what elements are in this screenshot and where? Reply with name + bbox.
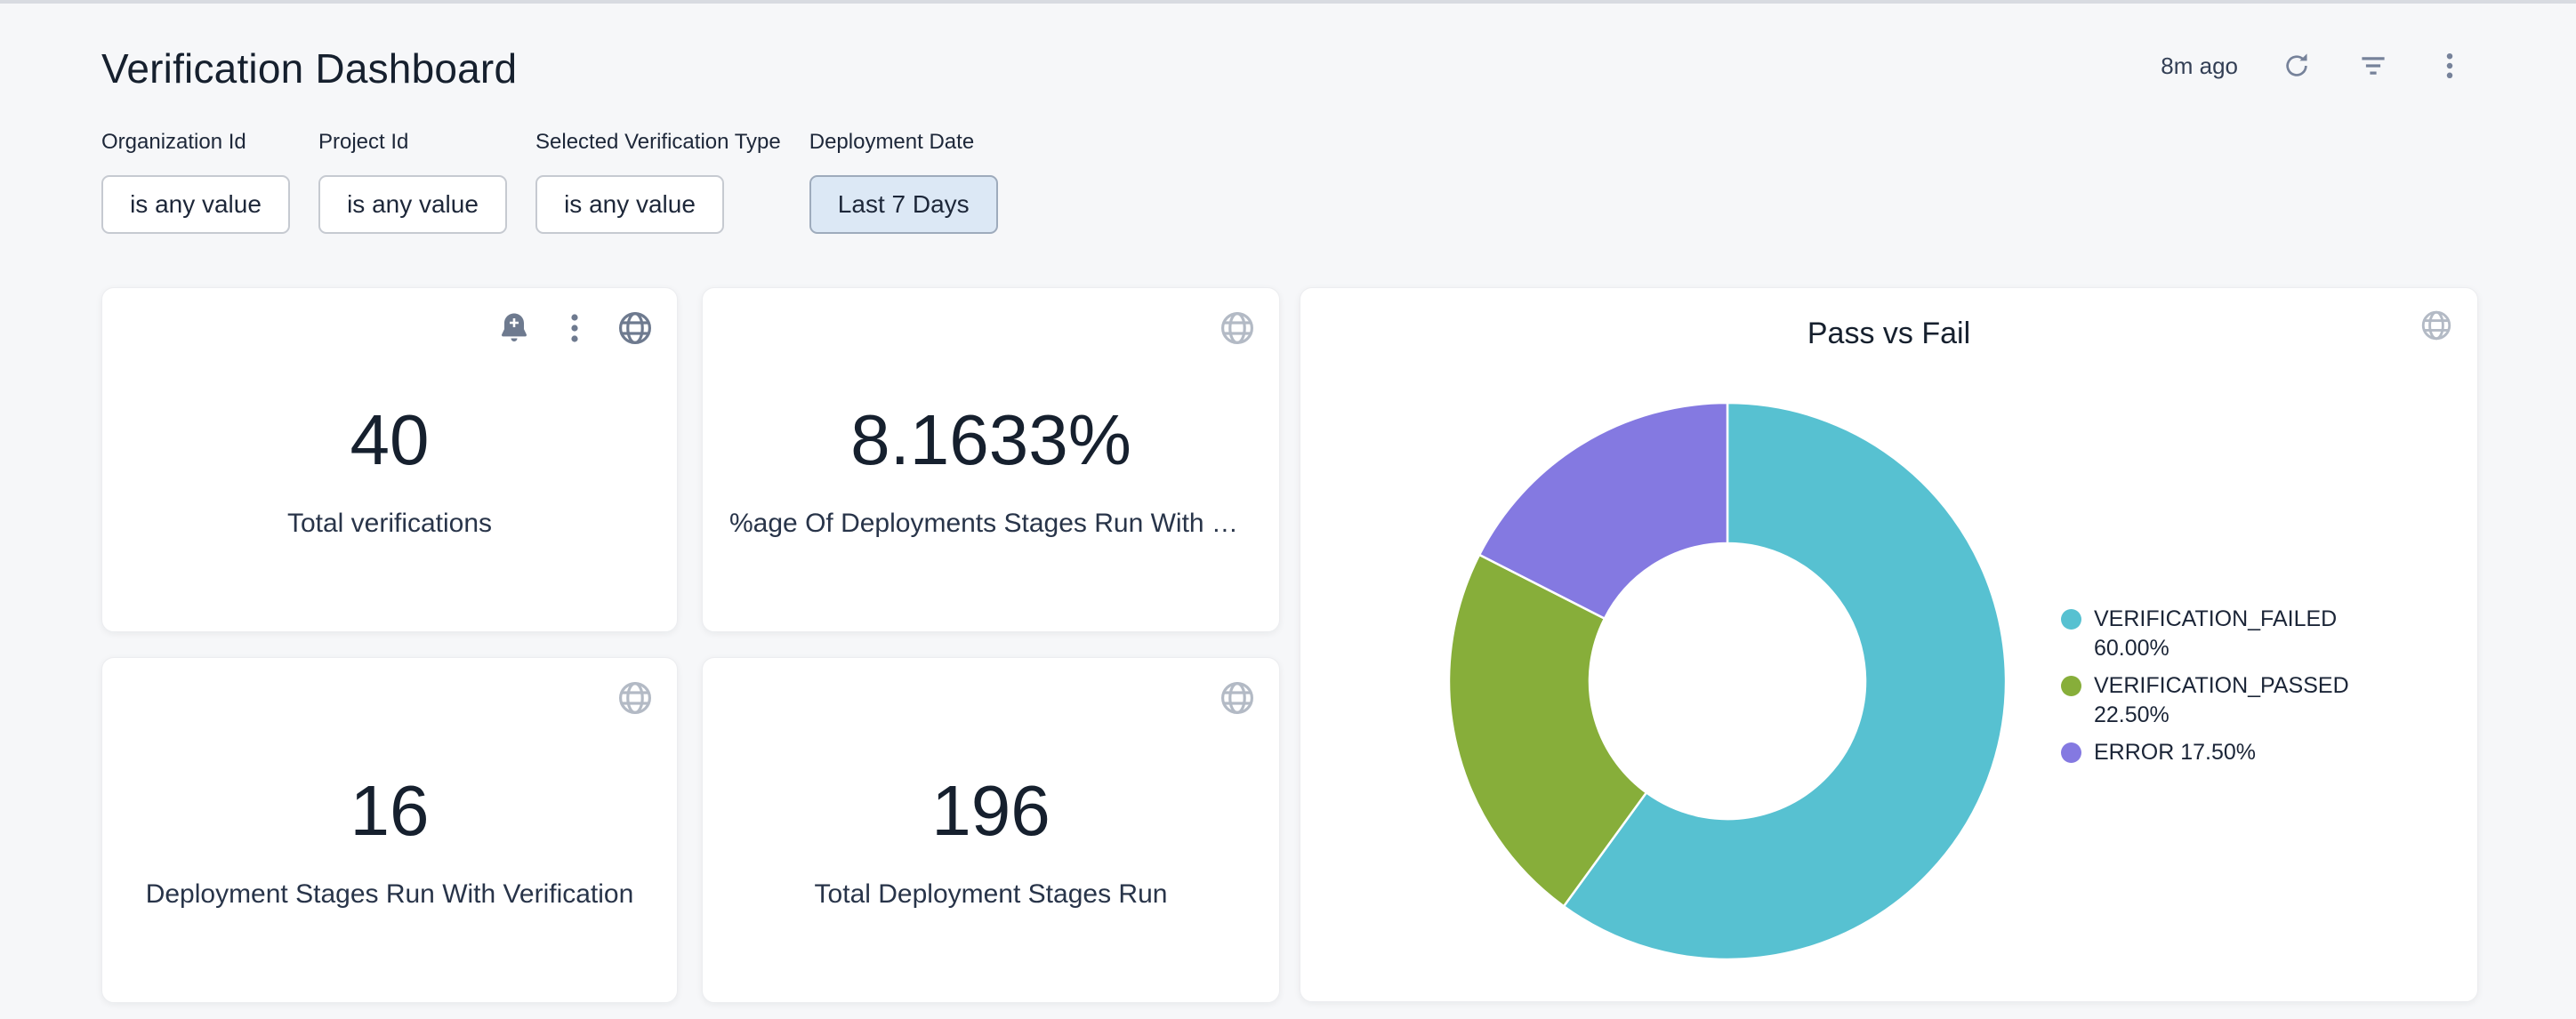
last-refresh-text: 8m ago	[2161, 52, 2238, 80]
legend-swatch	[2061, 742, 2081, 763]
globe-icon	[1220, 310, 1255, 346]
filter-label: Organization Id	[101, 130, 290, 155]
legend-label: ERROR 17.50%	[2094, 738, 2256, 767]
metric-tile-total-stages-run: 196 Total Deployment Stages Run	[702, 657, 1280, 1003]
filter-value-organization-id[interactable]: is any value	[101, 175, 290, 234]
metric-label: Deployment Stages Run With Verification	[146, 879, 634, 911]
tile-kebab-menu-button[interactable]	[556, 309, 593, 347]
metric-tile-total-verifications: 40 Total verifications	[101, 287, 678, 632]
filter-bar: Organization Id is any value Project Id …	[101, 130, 998, 234]
filter-project-id: Project Id is any value	[318, 130, 507, 234]
legend-swatch	[2061, 676, 2081, 696]
metric-label: Total verifications	[287, 508, 492, 540]
panel-title: Pass vs Fail	[1300, 317, 2477, 351]
filter-value-deployment-date[interactable]: Last 7 Days	[809, 175, 998, 234]
kebab-icon	[557, 310, 592, 346]
header-actions: 8m ago	[2161, 48, 2467, 84]
globe-icon	[617, 310, 653, 346]
filter-label: Deployment Date	[809, 130, 998, 155]
legend-item-VERIFICATION_FAILED[interactable]: VERIFICATION_FAILED 60.00%	[2061, 605, 2371, 663]
bell-plus-icon	[496, 310, 532, 346]
tile-globe-button[interactable]	[1219, 679, 1256, 717]
kebab-menu-button[interactable]	[2432, 48, 2467, 84]
metric-tile-stages-run-with-verification: 16 Deployment Stages Run With Verificati…	[101, 657, 678, 1003]
filter-label: Project Id	[318, 130, 507, 155]
legend-label: VERIFICATION_PASSED 22.50%	[2094, 671, 2371, 730]
legend-item-VERIFICATION_PASSED[interactable]: VERIFICATION_PASSED 22.50%	[2061, 671, 2371, 730]
panel-globe-button[interactable]	[2419, 308, 2454, 343]
alert-bell-plus-button[interactable]	[495, 309, 533, 347]
globe-icon	[1220, 680, 1255, 716]
dashboard-grid: 40 Total verifications 8.1633% %age Of D…	[101, 287, 2478, 1004]
metric-value: 196	[931, 775, 1050, 846]
refresh-icon	[2281, 50, 2313, 82]
filter-button[interactable]	[2355, 48, 2391, 84]
metric-label: %age Of Deployments Stages Run With V…	[729, 508, 1252, 540]
refresh-button[interactable]	[2279, 48, 2314, 84]
page-title: Verification Dashboard	[101, 44, 517, 92]
filter-selected-verification-type: Selected Verification Type is any value	[535, 130, 781, 234]
metric-label: Total Deployment Stages Run	[815, 879, 1168, 911]
filter-deployment-date: Deployment Date Last 7 Days	[809, 130, 998, 234]
filter-value-selected-verification-type[interactable]: is any value	[535, 175, 724, 234]
globe-icon	[2420, 309, 2452, 341]
tile-globe-button[interactable]	[616, 679, 654, 717]
filter-organization-id: Organization Id is any value	[101, 130, 290, 234]
legend-item-ERROR[interactable]: ERROR 17.50%	[2061, 738, 2371, 767]
filter-value-project-id[interactable]: is any value	[318, 175, 507, 234]
pass-vs-fail-panel: Pass vs Fail VERIFICATION_FAILED 60.00%V…	[1300, 287, 2478, 1002]
metric-value: 40	[350, 405, 430, 476]
filter-icon	[2357, 50, 2389, 82]
donut-chart	[1446, 400, 2008, 962]
legend-swatch	[2061, 609, 2081, 630]
top-border	[0, 0, 2576, 4]
legend-label: VERIFICATION_FAILED 60.00%	[2094, 605, 2371, 663]
kebab-icon	[2434, 50, 2466, 82]
tile-globe-button[interactable]	[616, 309, 654, 347]
metric-value: 8.1633%	[850, 405, 1131, 476]
globe-icon	[617, 680, 653, 716]
metric-tile-pct-stages-with-verification: 8.1633% %age Of Deployments Stages Run W…	[702, 287, 1280, 632]
tile-globe-button[interactable]	[1219, 309, 1256, 347]
metric-value: 16	[350, 775, 430, 846]
filter-label: Selected Verification Type	[535, 130, 781, 155]
donut-legend: VERIFICATION_FAILED 60.00% VERIFICATION_P…	[2061, 605, 2371, 767]
